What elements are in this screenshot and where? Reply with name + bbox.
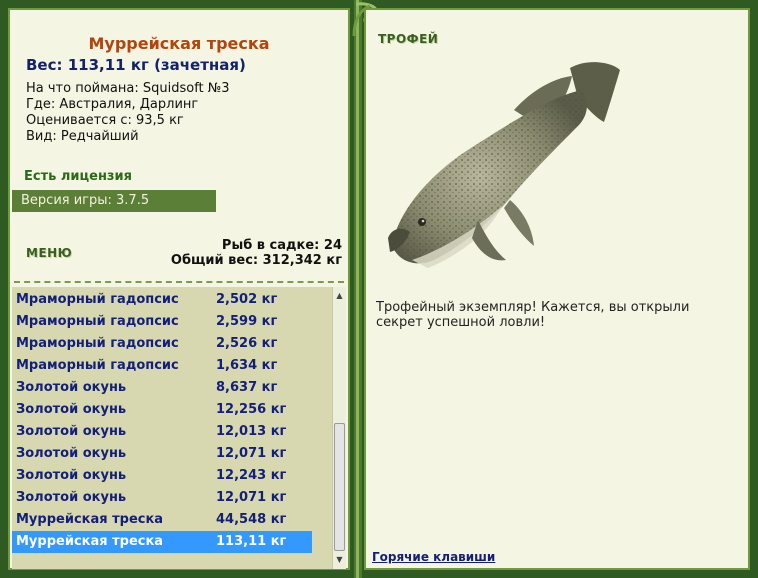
fish-scored-from: Оценивается с: 93,5 кг [26,113,184,128]
fish-location: Где: Австралия, Дарлинг [26,97,199,112]
catch-fish-weight: 44,548 кг [216,512,287,527]
catch-fish-weight: 12,256 кг [216,402,287,417]
fish-info-panel: Муррейская треска Вес: 113,11 кг (зачетн… [8,8,350,570]
catch-fish-name: Мраморный гадопсис [16,336,179,351]
catch-list-item[interactable]: Мраморный гадопсис 2,502 кг [12,289,312,311]
catch-fish-name: Золотой окунь [16,380,127,395]
catch-list-item[interactable]: Золотой окунь 12,071 кг [12,443,312,465]
menu-label: МЕНЮ [26,246,73,260]
fish-rarity: Вид: Редчайший [26,129,139,144]
scrollbar-thumb[interactable] [334,423,345,551]
catch-fish-name: Золотой окунь [16,446,127,461]
trophy-heading: ТРОФЕЙ [378,32,438,46]
catch-fish-weight: 2,599 кг [216,314,278,329]
arrow-up-icon[interactable]: ▲ [333,289,346,303]
catch-fish-weight: 1,634 кг [216,358,278,373]
menu-button[interactable]: МЕНЮ [26,246,72,260]
catch-fish-name: Золотой окунь [16,468,127,483]
fish-title: Муррейская треска [88,34,270,53]
catch-fish-name: Мраморный гадопсис [16,314,179,329]
catch-list-item[interactable]: Муррейская треска 113,11 кг [12,531,312,553]
catch-fish-weight: 12,013 кг [216,424,287,439]
trophy-description: Трофейный экземпляр! Кажется, вы открыли… [376,300,690,330]
murray-cod-fish-image [388,62,620,268]
arrow-down-icon[interactable]: ▼ [333,553,346,567]
keepnet-count: Рыб в садке: 24 [221,238,342,253]
hotkeys-link[interactable]: Горячие клавиши [372,550,495,564]
catch-list-scrollbar[interactable]: ▲ ▼ [332,287,346,569]
catch-list-item[interactable]: Золотой окунь 12,013 кг [12,421,312,443]
catch-fish-weight: 2,502 кг [216,292,278,307]
catch-fish-weight: 2,526 кг [216,336,278,351]
catch-fish-weight: 12,071 кг [216,490,287,505]
catch-list-item[interactable]: Мраморный гадопсис 1,634 кг [12,355,312,377]
license-status: Есть лицензия [24,169,132,184]
game-version: Версия игры: 3.7.5 [12,190,216,212]
catch-list-item[interactable]: Мраморный гадопсис 2,599 кг [12,311,312,333]
trophy-panel: ТРОФЕЙ Трофейный экземпляр! Кажется, вы … [364,8,750,570]
fish-bait: На что поймана: Squidsoft №3 [26,81,230,96]
catch-fish-weight: 12,243 кг [216,468,287,483]
catch-fish-name: Муррейская треска [16,534,164,549]
catch-list[interactable]: Мраморный гадопсис 2,502 кг Мраморный гадо… [12,287,332,569]
catch-list-item[interactable]: Золотой окунь 12,071 кг [12,487,312,509]
catch-fish-weight: 8,637 кг [216,380,278,395]
trophy-label: ТРОФЕЙ [378,32,439,46]
catch-list-item[interactable]: Мраморный гадопсис 2,526 кг [12,333,312,355]
dashed-divider [14,281,344,283]
catch-fish-name: Золотой окунь [16,402,127,417]
catch-fish-name: Муррейская треска [16,512,164,527]
fish-weight: Вес: 113,11 кг (зачетная) [26,56,246,74]
keepnet-stats: Рыб в садке: 24 Общий вес: 312,342 кг [171,238,342,268]
catch-list-item[interactable]: Золотой окунь 12,256 кг [12,399,312,421]
catch-fish-name: Золотой окунь [16,490,127,505]
catch-fish-weight: 113,11 кг [216,534,287,549]
keepnet-total-weight: Общий вес: 312,342 кг [170,253,342,268]
catch-fish-name: Золотой окунь [16,424,127,439]
catch-list-item[interactable]: Муррейская треска 44,548 кг [12,509,312,531]
catch-list-item[interactable]: Золотой окунь 12,243 кг [12,465,312,487]
catch-fish-weight: 12,071 кг [216,446,287,461]
catch-fish-name: Мраморный гадопсис [16,358,179,373]
catch-list-item[interactable]: Золотой окунь 8,637 кг [12,377,312,399]
catch-fish-name: Мраморный гадопсис [16,292,179,307]
